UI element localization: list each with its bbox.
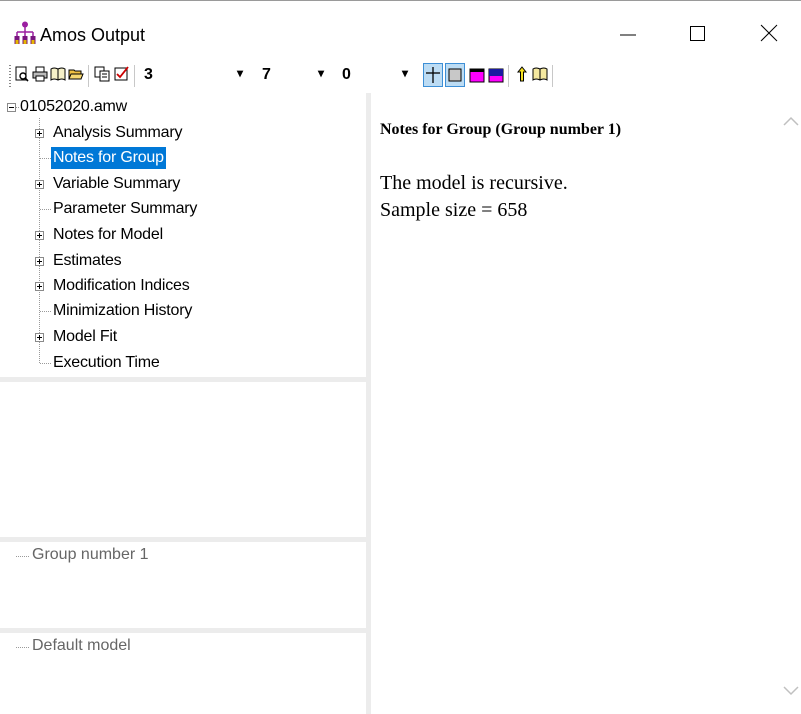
third-combo-value: 0 — [342, 66, 351, 83]
tree-expand-icon[interactable] — [35, 231, 44, 240]
window-title: Amos Output — [40, 25, 146, 45]
title-bar: Amos Output — [0, 1, 801, 57]
tree-connector — [40, 158, 51, 159]
tree-item-notes-for-model[interactable]: Notes for Model — [53, 224, 163, 246]
group-item[interactable]: Group number 1 — [32, 546, 149, 564]
tree-connector — [40, 363, 52, 364]
maximize-button[interactable] — [674, 15, 720, 51]
tree-expand-icon[interactable] — [35, 180, 44, 189]
open-folder-icon[interactable] — [68, 66, 84, 82]
models-list: Default model — [0, 633, 366, 714]
toolbar-separator — [552, 65, 553, 87]
dropdown-arrow-icon[interactable]: ▾ — [318, 66, 324, 80]
options-icon[interactable] — [114, 66, 130, 82]
output-content: Notes for Group (Group number 1) The mod… — [371, 93, 781, 714]
toolbar-separator — [508, 65, 509, 87]
tree-collapse-icon[interactable] — [7, 103, 16, 112]
groups-list: Group number 1 — [0, 542, 366, 628]
third-combo[interactable]: 0 ▾ — [342, 64, 422, 86]
output-tree: 01052020.amw Analysis Summary Notes for … — [0, 93, 366, 380]
tree-item-variable-summary[interactable]: Variable Summary — [53, 173, 180, 195]
content-heading: Notes for Group (Group number 1) — [380, 121, 622, 138]
book-icon[interactable] — [50, 66, 66, 82]
decimals-value: 3 — [144, 66, 153, 83]
tree-connector — [39, 118, 40, 364]
tree-item-model-fit[interactable]: Model Fit — [53, 326, 117, 348]
tree-expand-icon[interactable] — [35, 282, 44, 291]
tree-connector — [16, 556, 30, 557]
toolbar: 3 ▾ 7 ▾ 0 ▾ — [0, 57, 801, 93]
toolbar-grip — [9, 65, 11, 87]
decimals-combo[interactable]: 3 ▾ — [144, 64, 254, 86]
amos-app-icon — [14, 21, 36, 45]
scroll-up-icon[interactable] — [783, 113, 799, 126]
column-width-value: 7 — [262, 66, 271, 83]
dropdown-arrow-icon[interactable]: ▾ — [402, 66, 408, 80]
tree-connector — [16, 107, 19, 108]
tree-expand-icon[interactable] — [35, 333, 44, 342]
help-book-icon[interactable] — [532, 66, 548, 82]
tree-item-estimates[interactable]: Estimates — [53, 250, 122, 272]
tree-expand-icon[interactable] — [35, 129, 44, 138]
tree-item-minimization-history[interactable]: Minimization History — [53, 300, 192, 322]
tree-item-notes-for-group[interactable]: Notes for Group — [51, 147, 166, 169]
model-item[interactable]: Default model — [32, 637, 131, 655]
blue-table-icon[interactable] — [488, 68, 504, 84]
tree-connector — [16, 647, 30, 648]
minimize-button[interactable] — [605, 15, 651, 51]
toolbar-separator — [134, 65, 135, 87]
tree-connector — [40, 209, 52, 210]
print-preview-icon[interactable] — [14, 66, 30, 82]
print-icon[interactable] — [32, 66, 48, 82]
empty-pane — [0, 382, 366, 537]
vertical-scrollbar[interactable] — [781, 93, 801, 714]
tree-item-execution-time[interactable]: Execution Time — [53, 352, 160, 374]
tree-connector — [40, 311, 52, 312]
tree-item-analysis-summary[interactable]: Analysis Summary — [53, 122, 182, 144]
dropdown-arrow-icon[interactable]: ▾ — [237, 66, 243, 80]
toolbar-separator — [88, 65, 89, 87]
tree-item-modification-indices[interactable]: Modification Indices — [53, 275, 190, 297]
table-border-icon[interactable] — [445, 63, 465, 87]
magenta-table-icon[interactable] — [469, 68, 485, 84]
scroll-down-icon[interactable] — [783, 683, 799, 696]
tree-expand-icon[interactable] — [35, 257, 44, 266]
up-pointer-icon[interactable] — [514, 66, 530, 82]
close-button[interactable] — [746, 15, 792, 51]
tree-item-parameter-summary[interactable]: Parameter Summary — [53, 198, 197, 220]
grid-lines-icon[interactable] — [423, 63, 443, 87]
content-line-recursive: The model is recursive. — [380, 172, 568, 194]
column-width-combo[interactable]: 7 ▾ — [262, 64, 332, 86]
copy-icon[interactable] — [94, 66, 110, 82]
tree-root[interactable]: 01052020.amw — [20, 96, 127, 118]
content-line-sample-size: Sample size = 658 — [380, 199, 528, 221]
